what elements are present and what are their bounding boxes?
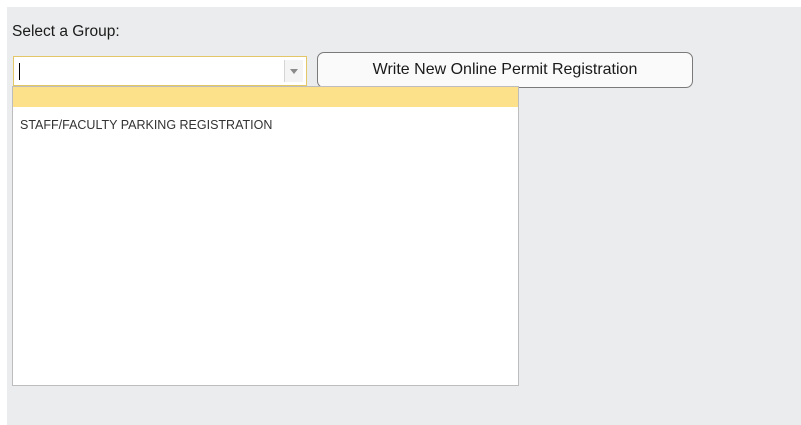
chevron-down-icon[interactable] bbox=[284, 60, 303, 82]
group-dropdown-list: STAFF/FACULTY PARKING REGISTRATION bbox=[12, 86, 519, 386]
group-combobox[interactable] bbox=[13, 56, 307, 86]
write-new-permit-registration-button[interactable]: Write New Online Permit Registration bbox=[317, 52, 693, 88]
dropdown-item-staff-faculty-parking[interactable]: STAFF/FACULTY PARKING REGISTRATION bbox=[13, 107, 518, 132]
group-combobox-input[interactable] bbox=[14, 57, 286, 85]
dropdown-item-empty[interactable] bbox=[13, 87, 518, 107]
text-cursor bbox=[19, 63, 20, 80]
select-group-label: Select a Group: bbox=[12, 23, 120, 40]
